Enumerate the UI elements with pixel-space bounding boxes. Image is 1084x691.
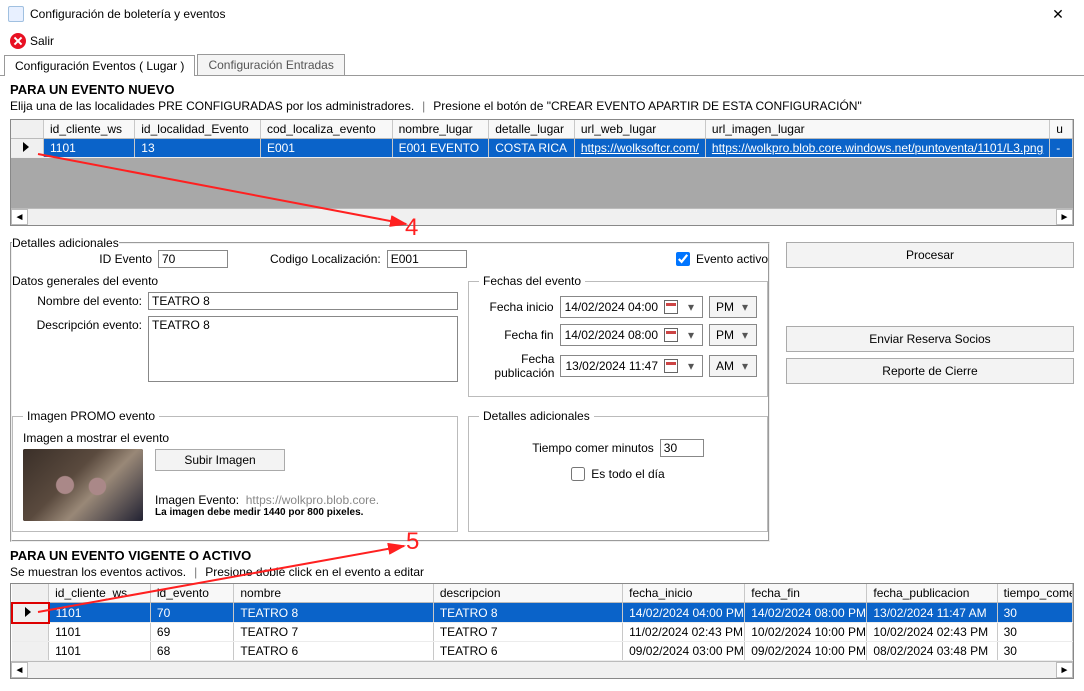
eventos-grid[interactable]: id_cliente_ws id_evento nombre descripci…: [10, 583, 1074, 679]
promo-image: [23, 449, 143, 521]
subir-imagen-button[interactable]: Subir Imagen: [155, 449, 285, 471]
scroll-right-icon[interactable]: ►: [1056, 662, 1073, 678]
reporte-cierre-button[interactable]: Reporte de Cierre: [786, 358, 1074, 384]
enviar-reserva-button[interactable]: Enviar Reserva Socios: [786, 326, 1074, 352]
col-extra[interactable]: u: [1050, 120, 1073, 139]
nombre-evento-field[interactable]: [148, 292, 458, 310]
tiempo-comer-field[interactable]: [660, 439, 704, 457]
tab-config-entradas[interactable]: Configuración Entradas: [197, 54, 344, 75]
tab-strip: Configuración Eventos ( Lugar ) Configur…: [0, 54, 1084, 76]
calendar-icon: [664, 359, 678, 373]
chevron-down-icon: ▾: [684, 300, 698, 314]
imagen-evento-label: Imagen Evento:: [155, 493, 239, 507]
promo-note: La imagen debe medir 1440 por 800 pixele…: [155, 507, 447, 518]
toolbar: Salir: [0, 28, 1084, 54]
col-url-imagen[interactable]: url_imagen_lugar: [705, 120, 1049, 139]
tab-config-eventos[interactable]: Configuración Eventos ( Lugar ): [4, 55, 195, 76]
table-row[interactable]: 110170TEATRO 8TEATRO 814/02/2024 04:00 P…: [12, 603, 1073, 623]
datos-generales-label: Datos generales del evento: [12, 274, 458, 288]
salir-button[interactable]: Salir: [6, 31, 58, 51]
cod-loc-field[interactable]: [387, 250, 467, 268]
col-cod-localiza[interactable]: cod_localiza_evento: [260, 120, 392, 139]
id-evento-label: ID Evento: [12, 252, 152, 266]
fechas-group: Fechas del evento Fecha inicio 14/02/202…: [468, 274, 768, 397]
section-nuevo-subtext: Elija una de las localidades PRE CONFIGU…: [10, 99, 1074, 113]
procesar-button[interactable]: Procesar: [786, 242, 1074, 268]
grid-header-row: id_cliente_ws id_localidad_Evento cod_lo…: [11, 120, 1073, 139]
tiempo-comer-label: Tiempo comer minutos: [532, 441, 654, 455]
evento-activo-checkbox[interactable]: Evento activo: [676, 252, 768, 266]
calendar-icon: [664, 300, 678, 314]
scroll-left-icon[interactable]: ◄: [11, 209, 28, 225]
nombre-evento-label: Nombre del evento:: [12, 294, 142, 308]
section-nuevo-heading: PARA UN EVENTO NUEVO: [10, 82, 1074, 97]
window-close-button[interactable]: ✕: [1040, 6, 1076, 23]
detalles-adicionales-group: Detalles adicionales ID Evento Codigo Lo…: [10, 236, 770, 542]
salir-label: Salir: [30, 34, 54, 48]
adicionales-group: Detalles adicionales Tiempo comer minuto…: [468, 409, 768, 532]
scroll-right-icon[interactable]: ►: [1056, 209, 1073, 225]
table-row[interactable]: 1101 13 E001 E001 EVENTO COSTA RICA http…: [11, 139, 1073, 158]
fecha-inicio-picker[interactable]: 14/02/2024 04:00▾: [560, 296, 703, 318]
table-row[interactable]: 110169TEATRO 7TEATRO 711/02/2024 02:43 P…: [12, 623, 1073, 642]
col-id-localidad[interactable]: id_localidad_Evento: [135, 120, 261, 139]
grid-hscrollbar[interactable]: ◄ ►: [11, 208, 1073, 225]
scroll-left-icon[interactable]: ◄: [11, 662, 28, 678]
col-detalle-lugar[interactable]: detalle_lugar: [489, 120, 575, 139]
chevron-down-icon: ▾: [684, 328, 698, 342]
fecha-pub-label: Fecha publicación: [479, 352, 554, 380]
promo-sub-label: Imagen a mostrar el evento: [23, 431, 447, 445]
window-title: Configuración de boletería y eventos: [30, 7, 1040, 21]
fecha-inicio-label: Fecha inicio: [479, 300, 554, 314]
desc-evento-field[interactable]: [148, 316, 458, 382]
col-id-cliente[interactable]: id_cliente_ws: [44, 120, 135, 139]
fecha-fin-picker[interactable]: 14/02/2024 08:00▾: [560, 324, 703, 346]
imagen-evento-url: https://wolkpro.blob.core.: [246, 493, 379, 507]
desc-evento-label: Descripción evento:: [12, 316, 142, 332]
grid-header-row: id_cliente_ws id_evento nombre descripci…: [12, 584, 1073, 603]
fecha-fin-label: Fecha fin: [479, 328, 554, 342]
row-indicator-icon: [23, 142, 29, 152]
app-icon: [8, 6, 24, 22]
calendar-icon: [664, 328, 678, 342]
close-icon: [10, 33, 26, 49]
locations-grid[interactable]: id_cliente_ws id_localidad_Evento cod_lo…: [10, 119, 1074, 226]
fecha-pub-ampm[interactable]: AM▾: [709, 355, 757, 377]
fecha-inicio-ampm[interactable]: PM▾: [709, 296, 757, 318]
fecha-pub-picker[interactable]: 13/02/2024 11:47▾: [560, 355, 703, 377]
grid-hscrollbar[interactable]: ◄ ►: [11, 661, 1073, 678]
promo-group: Imagen PROMO evento Imagen a mostrar el …: [12, 409, 458, 532]
row-indicator-icon: [25, 607, 31, 617]
cod-loc-label: Codigo Localización:: [270, 252, 381, 266]
chevron-down-icon: ▾: [684, 359, 698, 373]
es-todo-dia-checkbox[interactable]: Es todo el día: [571, 467, 664, 481]
table-row[interactable]: 110168TEATRO 6TEATRO 609/02/2024 03:00 P…: [12, 642, 1073, 661]
section-vigente-subtext: Se muestran los eventos activos.|Presion…: [10, 565, 1074, 579]
col-url-web[interactable]: url_web_lugar: [574, 120, 705, 139]
section-vigente-heading: PARA UN EVENTO VIGENTE O ACTIVO: [10, 548, 1074, 563]
fecha-fin-ampm[interactable]: PM▾: [709, 324, 757, 346]
window-titlebar: Configuración de boletería y eventos ✕: [0, 0, 1084, 28]
col-nombre-lugar[interactable]: nombre_lugar: [392, 120, 489, 139]
id-evento-field[interactable]: [158, 250, 228, 268]
